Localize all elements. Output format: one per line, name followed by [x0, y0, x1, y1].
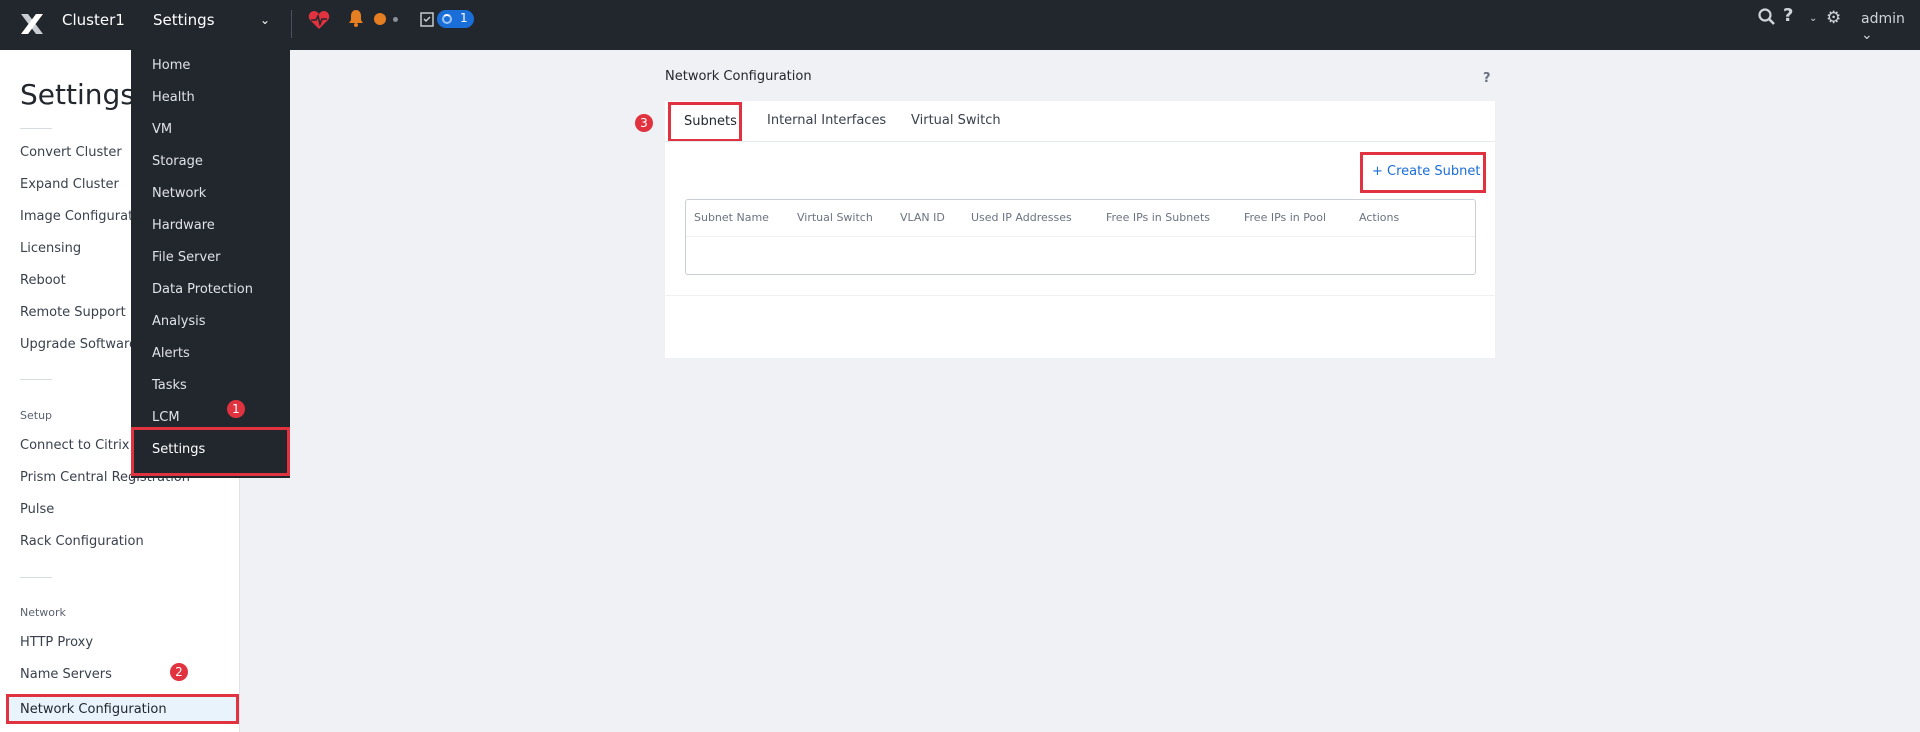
column-header-free-ips-pool[interactable]: Free IPs in Pool	[1244, 211, 1326, 224]
tabs-divider	[665, 141, 1495, 142]
table-header-divider	[686, 236, 1475, 237]
alert-status-dot[interactable]	[374, 13, 386, 25]
menu-item-alerts[interactable]: Alerts	[152, 346, 190, 361]
search-icon[interactable]	[1758, 8, 1776, 26]
menu-item-label: Settings	[152, 442, 206, 457]
column-header-used-ip-addresses[interactable]: Used IP Addresses	[971, 211, 1072, 224]
menu-item-settings[interactable]: Settings	[131, 427, 290, 476]
menu-item-file-server[interactable]: File Server	[152, 250, 221, 265]
column-header-actions: Actions	[1359, 211, 1400, 224]
sidebar-item-remote-support[interactable]: Remote Support	[20, 305, 126, 320]
sidebar-item-http-proxy[interactable]: HTTP Proxy	[20, 635, 93, 650]
tab-virtual-switch[interactable]: Virtual Switch	[911, 113, 1001, 128]
gear-icon[interactable]: ⚙	[1826, 8, 1841, 28]
menu-item-lcm[interactable]: LCM	[152, 410, 180, 425]
task-count: 1	[460, 11, 468, 25]
nav-dropdown-menu: Home Health VM Storage Network Hardware …	[131, 50, 290, 478]
network-config-panel: Subnets Internal Interfaces Virtual Swit…	[665, 101, 1495, 358]
sidebar-item-pulse[interactable]: Pulse	[20, 502, 54, 517]
step-badge-1: 1	[227, 400, 245, 418]
column-header-subnet-name[interactable]: Subnet Name	[694, 211, 769, 224]
sidebar-divider	[20, 379, 52, 380]
menu-item-storage[interactable]: Storage	[152, 154, 203, 169]
sidebar-item-upgrade-software[interactable]: Upgrade Software	[20, 337, 137, 352]
alerts-bell-icon[interactable]	[348, 9, 364, 27]
menu-item-data-protection[interactable]: Data Protection	[152, 282, 253, 297]
top-bar: Cluster1 Settings ⌄ 1 ? ⌄ ⚙ admin ⌄	[0, 0, 1920, 50]
tasks-clipboard-icon[interactable]	[420, 11, 434, 27]
panel-divider	[665, 295, 1495, 296]
sidebar-item-name-servers[interactable]: Name Servers	[20, 667, 112, 682]
step-badge-3: 3	[635, 114, 653, 132]
column-header-virtual-switch[interactable]: Virtual Switch	[797, 211, 873, 224]
column-header-free-ips-subnets[interactable]: Free IPs in Subnets	[1106, 211, 1210, 224]
sidebar-item-label: Network Configuration	[20, 702, 167, 717]
sidebar-item-reboot[interactable]: Reboot	[20, 273, 66, 288]
sidebar-item-rack-configuration[interactable]: Rack Configuration	[20, 534, 144, 549]
sidebar-item-licensing[interactable]: Licensing	[20, 241, 81, 256]
help-icon[interactable]: ?	[1783, 5, 1793, 26]
tab-subnets[interactable]: Subnets	[668, 102, 742, 142]
sidebar-divider	[20, 577, 52, 578]
cluster-name[interactable]: Cluster1	[62, 11, 125, 29]
column-header-vlan-id[interactable]: VLAN ID	[900, 211, 945, 224]
tab-label: Subnets	[684, 114, 737, 129]
sidebar-item-network-configuration[interactable]: Network Configuration	[6, 694, 239, 724]
sidebar-item-expand-cluster[interactable]: Expand Cluster	[20, 177, 119, 192]
spinner-icon	[442, 14, 452, 24]
alert-secondary-dot	[393, 17, 398, 22]
menu-item-analysis[interactable]: Analysis	[152, 314, 206, 329]
page-title: Settings	[20, 78, 135, 111]
sidebar-section-setup: Setup	[20, 409, 53, 422]
chevron-down-icon[interactable]: ⌄	[1809, 13, 1817, 24]
nav-menu-select[interactable]: Settings	[153, 11, 215, 29]
menu-item-hardware[interactable]: Hardware	[152, 218, 215, 233]
health-heart-icon[interactable]	[308, 10, 330, 30]
step-badge-2: 2	[170, 663, 188, 681]
menu-item-tasks[interactable]: Tasks	[152, 378, 187, 393]
topbar-divider	[291, 10, 292, 38]
user-menu[interactable]: admin ⌄	[1861, 11, 1920, 43]
menu-item-vm[interactable]: VM	[152, 122, 172, 137]
help-icon[interactable]: ?	[1483, 71, 1491, 86]
subnets-table: Subnet Name Virtual Switch VLAN ID Used …	[685, 199, 1476, 275]
menu-item-health[interactable]: Health	[152, 90, 195, 105]
sidebar-item-convert-cluster[interactable]: Convert Cluster	[20, 145, 122, 160]
create-subnet-label: + Create Subnet	[1372, 164, 1481, 179]
menu-item-network[interactable]: Network	[152, 186, 206, 201]
menu-item-home[interactable]: Home	[152, 58, 190, 73]
section-title: Network Configuration	[665, 69, 812, 84]
create-subnet-button[interactable]: + Create Subnet	[1360, 152, 1486, 193]
tasks-running-badge[interactable]: 1	[437, 10, 474, 28]
nutanix-logo-icon[interactable]	[19, 11, 45, 37]
sidebar-divider	[20, 128, 52, 129]
tab-internal-interfaces[interactable]: Internal Interfaces	[767, 113, 886, 128]
chevron-down-icon[interactable]: ⌄	[260, 13, 270, 27]
sidebar-section-network: Network	[20, 606, 66, 619]
